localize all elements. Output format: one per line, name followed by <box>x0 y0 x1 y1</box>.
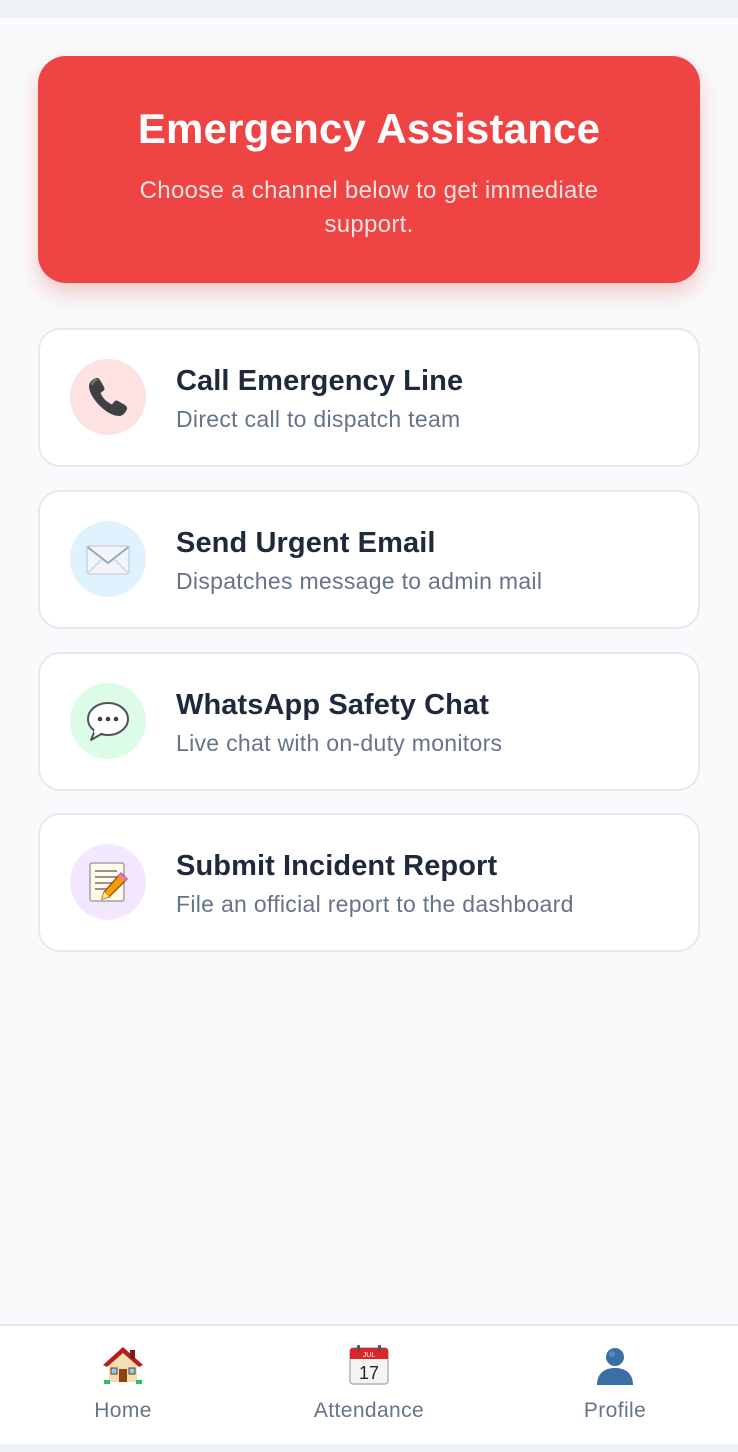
nav-item-profile[interactable]: Profile <box>492 1326 738 1444</box>
option-subtitle: Live chat with on-duty monitors <box>176 730 503 756</box>
person-silhouette-icon <box>594 1344 636 1386</box>
bottom-navigation: Home JUL 17 Attendance Profile <box>0 1324 738 1444</box>
nav-item-attendance[interactable]: JUL 17 Attendance <box>246 1326 492 1444</box>
option-subtitle: Direct call to dispatch team <box>176 406 461 432</box>
calendar-icon: JUL 17 <box>348 1344 390 1386</box>
home-indicator-strip <box>0 1444 738 1452</box>
calendar-month-text: JUL <box>363 1352 376 1359</box>
submit-incident-report-option[interactable]: Submit Incident Report File an official … <box>38 813 700 952</box>
nav-label-home: Home <box>94 1399 152 1422</box>
house-icon <box>102 1344 144 1386</box>
nav-label-attendance: Attendance <box>313 1399 425 1422</box>
emergency-banner: Emergency Assistance Choose a channel be… <box>38 56 700 283</box>
option-title: WhatsApp Safety Chat <box>176 689 489 721</box>
option-subtitle: File an official report to the dashboard <box>176 891 574 917</box>
calendar-day-text: 17 <box>359 1363 379 1383</box>
option-title: Call Emergency Line <box>176 365 464 397</box>
whatsapp-safety-chat-option[interactable]: WhatsApp Safety Chat Live chat with on-d… <box>38 652 700 791</box>
nav-label-profile: Profile <box>583 1399 647 1422</box>
call-emergency-line-option[interactable]: Call Emergency Line Direct call to dispa… <box>38 328 700 467</box>
speech-bubble-icon <box>70 683 146 759</box>
telephone-receiver-icon <box>70 359 146 435</box>
option-subtitle: Dispatches message to admin mail <box>176 568 543 594</box>
envelope-icon <box>70 521 146 597</box>
banner-subtitle: Choose a channel below to get immediate … <box>139 177 599 238</box>
option-title: Send Urgent Email <box>176 527 436 559</box>
option-title: Submit Incident Report <box>176 850 498 882</box>
status-bar-strip <box>0 0 738 18</box>
memo-pencil-icon <box>70 844 146 920</box>
nav-item-home[interactable]: Home <box>0 1326 246 1444</box>
send-urgent-email-option[interactable]: Send Urgent Email Dispatches message to … <box>38 490 700 629</box>
page-title: Emergency Assistance <box>137 105 601 152</box>
